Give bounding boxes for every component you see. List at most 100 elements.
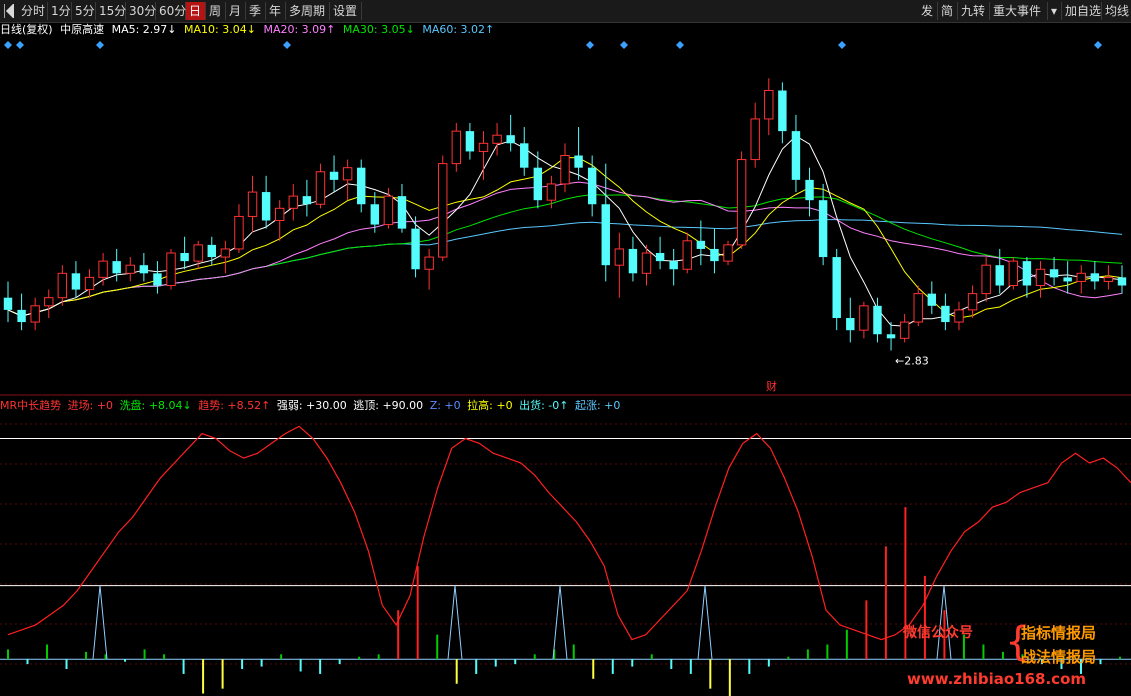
candle [655, 236, 665, 270]
candle [112, 248, 121, 282]
candle [3, 281, 13, 323]
candle [764, 78, 774, 136]
finance-event-label: 财 [766, 379, 777, 393]
signal-diamond [4, 41, 12, 49]
toolbar-period-2[interactable]: 5分 [72, 2, 96, 20]
candle [84, 269, 95, 298]
indicator-qushi: 趋势: +8.52↑ [198, 399, 271, 412]
candle [669, 248, 678, 286]
chart-period-label: 日线(复权) [0, 23, 53, 36]
ma10-value: MA10: 3.04↓ [184, 23, 256, 36]
ma30-value: MA30: 3.05↓ [342, 23, 415, 36]
toolbar-period-12[interactable]: 设置 [330, 2, 362, 20]
signal-peak [447, 585, 463, 660]
toolbar-period-9[interactable]: 季 [246, 2, 266, 20]
toolbar-right-0[interactable]: 发 [918, 2, 938, 20]
candle [166, 248, 176, 290]
candle [818, 183, 828, 266]
candlestick-chart[interactable]: ←2.83 财 [0, 38, 1131, 396]
candle [315, 163, 326, 209]
toolbar-right-3[interactable]: 重大事件 [990, 2, 1048, 20]
candle [383, 188, 394, 229]
candle [98, 253, 108, 286]
toolbar-right-2[interactable]: 九转 [958, 2, 990, 20]
candle [411, 216, 420, 278]
indicator-z: Z: +0 [429, 399, 461, 412]
signal-diamond [16, 41, 24, 49]
candle [153, 261, 162, 294]
indicator-name: MR中长趋势 [0, 399, 62, 412]
back-arrow-icon[interactable] [4, 4, 14, 18]
candle [220, 240, 231, 274]
toolbar-period-5[interactable]: 60分 [156, 2, 186, 20]
candle [696, 220, 706, 266]
candle [736, 151, 747, 249]
candle [913, 285, 923, 327]
candle [614, 232, 625, 298]
candle [1035, 261, 1046, 298]
toolbar-period-4[interactable]: 30分 [126, 2, 156, 20]
toolbar-right-1[interactable]: 简 [938, 2, 958, 20]
toolbar: 分时 1分 5分 15分 30分 60分日周月季年多周期 设置 发简九转 重大事件 ▾ 加自选 均线 [0, 0, 1131, 23]
candle [342, 159, 353, 201]
candle [1022, 257, 1032, 298]
candle [1076, 265, 1086, 294]
candle [846, 297, 855, 343]
toolbar-period-10[interactable]: 年 [266, 2, 286, 20]
candle [778, 82, 787, 144]
candle [44, 289, 54, 318]
candle [438, 155, 448, 262]
candle [628, 236, 638, 282]
toolbar-period-8[interactable]: 月 [226, 2, 246, 20]
candle [180, 236, 189, 270]
candle [125, 257, 135, 282]
watermark-wechat: 微信公众号 [903, 625, 973, 641]
candle [886, 322, 896, 351]
candle [859, 301, 869, 339]
toolbar-right-6[interactable]: 均线 [1102, 2, 1131, 20]
candle [981, 257, 991, 302]
watermark: 微信公众号 { 指标情报局 战法情报局 www.zhibiao168.com [903, 620, 1123, 690]
signal-peak [552, 585, 568, 660]
candle [546, 175, 557, 209]
candle [682, 232, 692, 274]
signal-diamond [1094, 41, 1102, 49]
toolbar-period-7[interactable]: 周 [206, 2, 226, 20]
indicator-jinchang: 进场: +0 [67, 399, 114, 412]
low-price-label: ←2.83 [895, 355, 929, 368]
toolbar-right-4[interactable]: ▾ [1048, 2, 1062, 20]
signal-diamond [838, 41, 846, 49]
toolbar-period-0[interactable]: 分时 [18, 2, 48, 20]
signal-diamond [283, 41, 291, 49]
candle [750, 102, 760, 168]
indicator-lagao: 拉高: +0 [467, 399, 513, 412]
toolbar-period-3[interactable]: 15分 [96, 2, 126, 20]
ma60-value: MA60: 3.02↑ [422, 23, 495, 36]
candle [941, 293, 950, 331]
watermark-url: www.zhibiao168.com [907, 670, 1087, 688]
candle [71, 261, 81, 298]
candle [1090, 261, 1100, 290]
ma-info-line: 日线(复权) 中原高速 MA5: 2.97↓ MA10: 3.04↓ MA20:… [0, 22, 498, 38]
candle [274, 200, 285, 241]
indicator-qiangruo: 强弱: +30.00 [276, 399, 347, 412]
indicator-chuhuo: 出货: -0↑ [519, 399, 569, 412]
watermark-brand2: 战法情报局 [1021, 648, 1097, 666]
candle [506, 114, 515, 152]
trend-line [7, 425, 1131, 641]
candle [873, 297, 882, 343]
toolbar-period-1[interactable]: 1分 [48, 2, 72, 20]
indicator-xipan: 洗盘: +8.04↓ [119, 399, 192, 412]
signal-diamond [676, 41, 684, 49]
indicator-qizhang: 起涨: +0 [574, 399, 621, 412]
signal-diamond [586, 41, 594, 49]
candle [927, 281, 937, 314]
toolbar-period-6[interactable]: 日 [186, 2, 206, 20]
candle [954, 301, 964, 331]
toolbar-period-11[interactable]: 多周期 [286, 2, 330, 20]
toolbar-right-5[interactable]: 加自选 [1062, 2, 1102, 20]
watermark-brand1: 指标情报局 [1021, 624, 1097, 642]
signal-peak [697, 585, 713, 660]
candle [302, 179, 312, 217]
candle [357, 159, 366, 213]
